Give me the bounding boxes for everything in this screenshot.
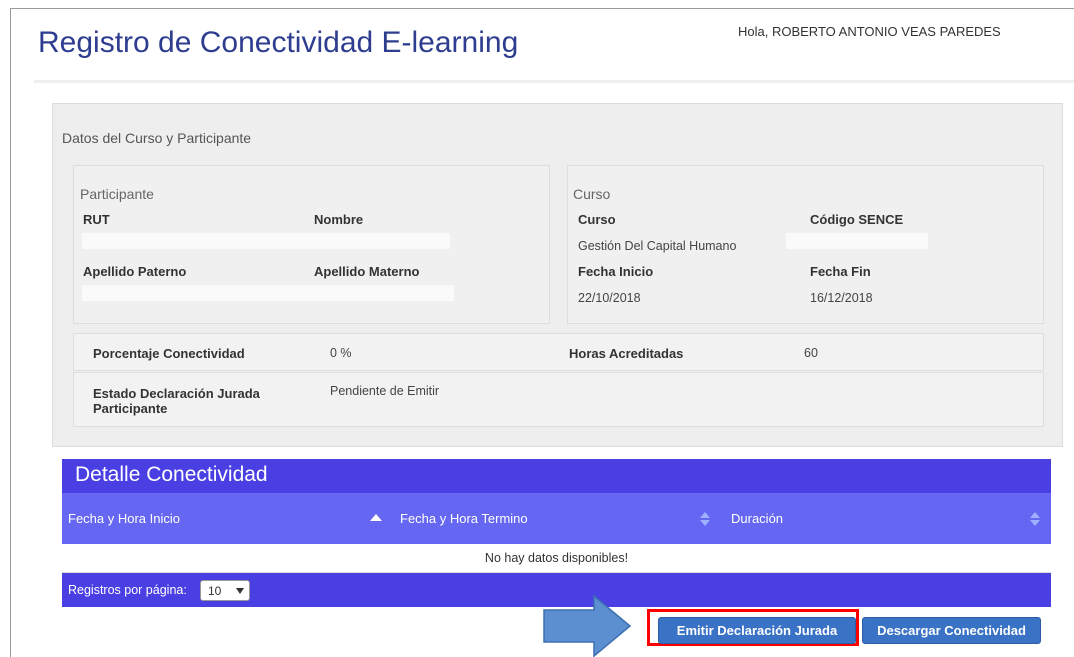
fecha-fin-value: 16/12/2018 — [810, 291, 873, 305]
empty-message: No hay datos disponibles! — [484, 551, 629, 565]
nombre-label: Nombre — [314, 212, 364, 227]
column-fecha-termino[interactable]: Fecha y Hora Termino — [400, 511, 528, 526]
arrow-right-icon — [543, 594, 632, 657]
table-header-row — [62, 493, 1051, 544]
horas-value: 60 — [804, 346, 818, 360]
title-divider — [34, 80, 1074, 83]
column-duracion[interactable]: Duración — [731, 511, 783, 526]
per-page-label: Registros por página: — [68, 583, 187, 597]
codigo-sence-label: Código SENCE — [810, 212, 904, 227]
curso-value: Gestión Del Capital Humano — [578, 239, 737, 253]
sort-asc-icon[interactable] — [370, 514, 382, 521]
detalle-title: Detalle Conectividad — [75, 463, 268, 486]
sort-both-icon[interactable] — [1030, 512, 1040, 526]
redacted-rut-nombre — [82, 233, 450, 249]
window-border-left — [10, 8, 11, 657]
panel-heading: Datos del Curso y Participante — [62, 130, 252, 146]
fecha-fin-label: Fecha Fin — [810, 264, 871, 279]
estado-value: Pendiente de Emitir — [330, 384, 440, 398]
estado-label: Estado Declaración Jurada Participante — [93, 386, 260, 416]
window-border-top — [10, 8, 1074, 9]
curso-label: Curso — [578, 212, 616, 227]
porcentaje-label: Porcentaje Conectividad — [93, 346, 245, 361]
rut-label: RUT — [83, 212, 110, 227]
course-box-title: Curso — [573, 186, 611, 202]
porcentaje-value: 0 % — [330, 346, 352, 360]
emitir-declaracion-button[interactable]: Emitir Declaración Jurada — [658, 617, 856, 644]
table-row: No hay datos disponibles! — [62, 544, 1051, 573]
apellido-paterno-label: Apellido Paterno — [83, 264, 187, 279]
horas-label: Horas Acreditadas — [569, 346, 684, 361]
redacted-codigo — [786, 233, 928, 249]
apellido-materno-label: Apellido Materno — [314, 264, 420, 279]
participant-box-title: Participante — [80, 186, 154, 202]
descargar-conectividad-button[interactable]: Descargar Conectividad — [862, 617, 1041, 644]
redacted-apellidos — [82, 285, 454, 301]
user-greeting: Hola, ROBERTO ANTONIO VEAS PAREDES — [738, 24, 1001, 39]
fecha-inicio-label: Fecha Inicio — [578, 264, 654, 279]
page-title: Registro de Conectividad E-learning — [38, 26, 519, 59]
chevron-down-icon — [236, 588, 244, 594]
sort-both-icon[interactable] — [700, 512, 710, 526]
column-fecha-inicio[interactable]: Fecha y Hora Inicio — [68, 511, 180, 526]
fecha-inicio-value: 22/10/2018 — [578, 291, 641, 305]
